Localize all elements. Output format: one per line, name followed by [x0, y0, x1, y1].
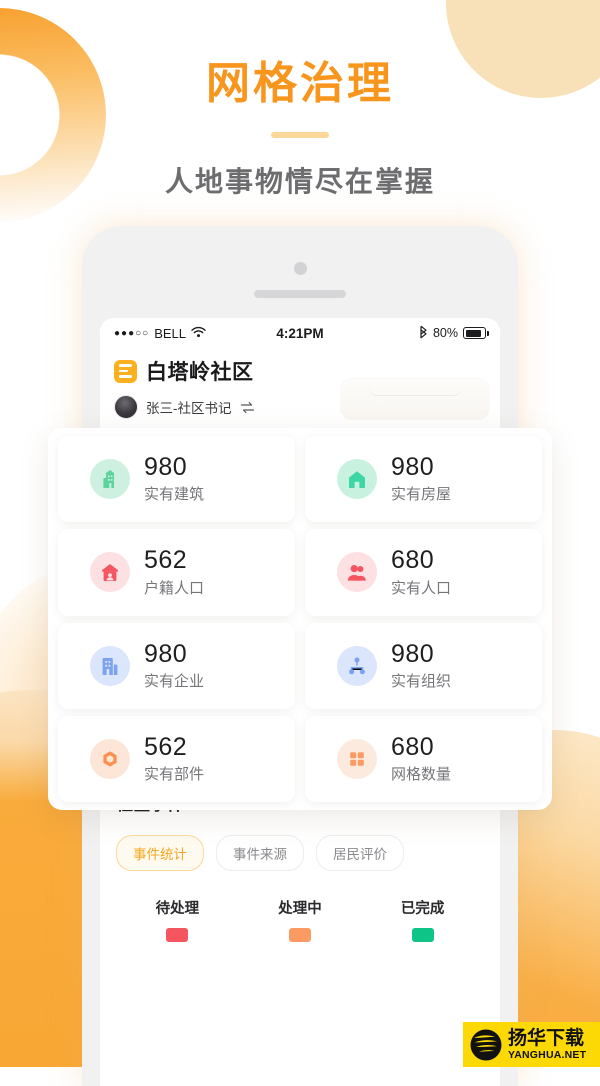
stat-label: 实有建筑: [144, 486, 205, 504]
household-icon: [90, 552, 130, 593]
home-icon: [337, 459, 377, 500]
stat-label: 户籍人口: [144, 579, 205, 597]
tab-event-source[interactable]: 事件来源: [216, 835, 304, 871]
carrier-label: BELL: [154, 325, 187, 341]
stat-value: 680: [391, 546, 435, 575]
people-icon: [337, 552, 377, 593]
grid-squares-icon: [337, 738, 377, 779]
stat-label: 实有部件: [144, 766, 205, 783]
stat-label: 实有人口: [391, 579, 452, 597]
stat-value: 562: [144, 732, 188, 761]
watermark-name-en: YANGHUA.NET: [508, 1048, 587, 1061]
event-status-marker: [166, 928, 189, 942]
title-underline-divider: [271, 132, 329, 138]
stat-card-buildings[interactable]: 980 实有建筑: [58, 436, 295, 523]
signal-strength-icon: ●●●○○: [114, 327, 150, 339]
watermark-name-cn: 扬华下载: [508, 1027, 585, 1049]
stat-label: 网格数量: [391, 766, 452, 783]
switch-account-icon[interactable]: [240, 401, 255, 414]
hero-section: 网格治理 人地事物情尽在掌握: [0, 0, 600, 200]
tab-resident-rating[interactable]: 居民评价: [316, 835, 404, 871]
avatar: [114, 395, 138, 419]
status-bar: ●●●○○ BELL 4:21PM 80%: [100, 318, 500, 348]
header-banner-placeholder: [340, 378, 490, 420]
watermark-badge: 扬华下载 YANGHUA.NET: [463, 1022, 600, 1067]
event-status-completed[interactable]: 已完成: [361, 897, 484, 942]
hamburger-menu-icon[interactable]: [114, 359, 137, 383]
stat-card-components[interactable]: 562 实有部件: [58, 715, 295, 802]
stat-value: 562: [144, 546, 188, 575]
stat-value: 680: [391, 732, 435, 761]
stat-value: 980: [391, 453, 435, 481]
clock-label: 4:21PM: [276, 325, 324, 341]
bluetooth-icon: [419, 325, 428, 342]
earpiece-speaker: [254, 290, 346, 298]
event-status-label: 已完成: [400, 901, 445, 917]
stat-card-actual-population[interactable]: 680 实有人口: [305, 529, 542, 616]
stat-label: 实有组织: [391, 672, 452, 690]
org-chart-icon: [337, 645, 377, 686]
stat-card-grid-count[interactable]: 680 网格数量: [305, 715, 542, 802]
stat-value: 980: [144, 453, 188, 481]
stat-label: 实有企业: [144, 672, 205, 690]
stat-card-organizations[interactable]: 980 实有组织: [305, 622, 542, 709]
event-status-marker: [289, 928, 311, 942]
event-status-pending[interactable]: 待处理: [116, 897, 239, 942]
event-status-columns: 待处理 处理中 已完成: [116, 897, 484, 942]
wifi-icon: [191, 326, 206, 341]
hexagon-part-icon: [90, 738, 130, 779]
event-tabs: 事件统计 事件来源 居民评价: [116, 835, 484, 871]
stat-value: 980: [144, 639, 188, 668]
building-icon: [90, 459, 130, 500]
event-status-label: 待处理: [155, 901, 200, 917]
page-subtitle: 人地事物情尽在掌握: [164, 166, 435, 197]
battery-icon: [463, 327, 489, 339]
stat-label: 实有房屋: [391, 486, 452, 504]
stat-card-companies[interactable]: 980 实有企业: [58, 622, 295, 709]
community-title: 白塔岭社区: [146, 361, 254, 384]
stat-card-houses[interactable]: 980 实有房屋: [305, 436, 542, 523]
event-status-processing[interactable]: 处理中: [239, 897, 362, 942]
statistics-overlay-card: 980 实有建筑 980 实有房屋 562 户籍人口 680 实有人口 980 …: [48, 428, 552, 810]
stat-card-registered-population[interactable]: 562 户籍人口: [58, 529, 295, 616]
page-title: 网格治理: [206, 59, 394, 108]
stat-value: 980: [391, 639, 435, 668]
event-status-label: 处理中: [278, 901, 322, 917]
globe-logo-icon: [468, 1027, 504, 1063]
app-header: 白塔岭社区 张三-社区书记: [100, 348, 500, 420]
front-camera-dot: [294, 262, 307, 275]
tab-event-statistics[interactable]: 事件统计: [116, 835, 204, 871]
company-icon: [90, 645, 130, 686]
user-name-label: 张三-社区书记: [146, 401, 232, 416]
battery-percent-label: 80%: [432, 326, 458, 340]
event-status-marker: [411, 928, 434, 942]
